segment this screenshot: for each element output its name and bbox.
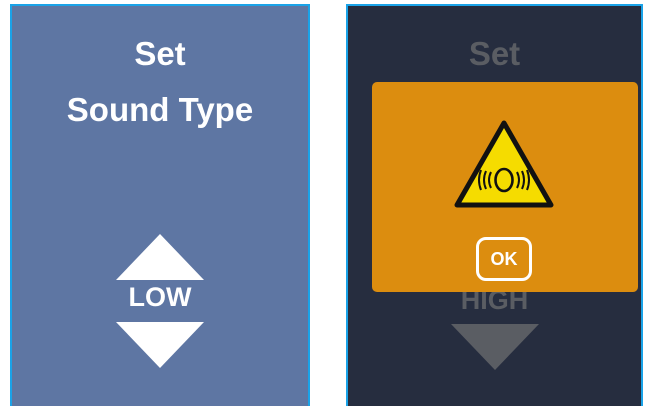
warning-dialog: OK — [372, 82, 638, 292]
arrow-down-icon[interactable] — [116, 322, 204, 368]
sound-level-value: LOW — [128, 282, 192, 312]
loud-noise-warning-icon — [454, 120, 554, 208]
arrow-up-icon[interactable] — [116, 234, 204, 280]
left-screen: Set Sound Type LOW — [10, 4, 310, 406]
arrow-down-icon — [450, 324, 539, 370]
right-screen: Set HIGH OK — [346, 4, 643, 406]
ok-button[interactable]: OK — [476, 237, 532, 281]
screen-title-line1: Set — [468, 35, 521, 72]
screen-title-line2: Sound Type — [66, 91, 254, 128]
screen-title-line1: Set — [134, 35, 186, 72]
